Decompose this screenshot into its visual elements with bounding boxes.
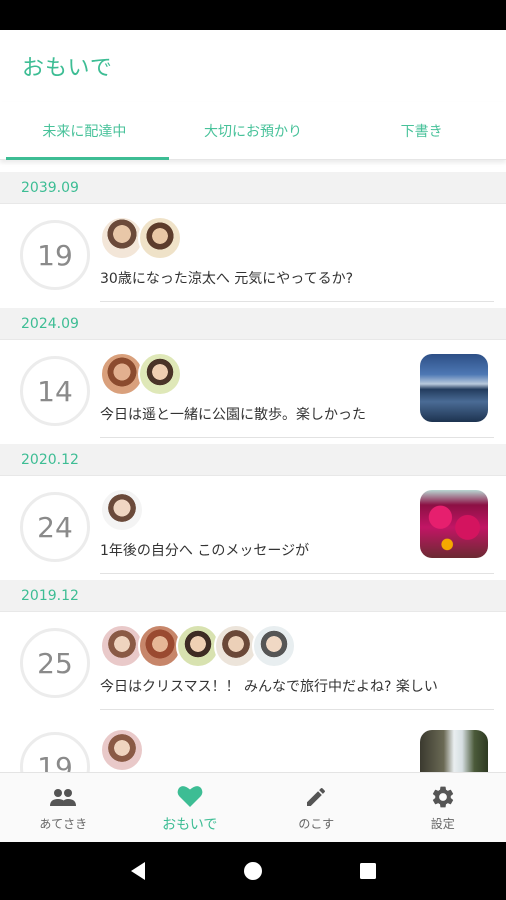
- tab-drafts[interactable]: 下書き: [337, 102, 506, 159]
- bottom-nav: あてさき おもいで のこす 設定: [0, 772, 506, 842]
- memory-list[interactable]: 2039.09 19 30歳になった涼太へ 元気にやってるか? 2024.09 …: [0, 172, 506, 772]
- nav-label: おもいで: [162, 816, 218, 833]
- message-preview: 今日は遥と一緒に公園に散歩。楽しかった: [100, 407, 366, 423]
- list-item[interactable]: 24 1年後の自分へ このメッセージが: [0, 476, 506, 580]
- tab-bar: 未来に配達中 大切にお預かり 下書き: [0, 102, 506, 160]
- recipient-avatars: [100, 728, 144, 772]
- avatar: [138, 216, 182, 260]
- message-preview: 30歳になった涼太へ 元気にやってるか?: [100, 271, 353, 287]
- recipient-avatars: [100, 624, 296, 668]
- list-item[interactable]: 14 今日は遥と一緒に公園に散歩。楽しかった: [0, 340, 506, 444]
- avatar: [138, 352, 182, 396]
- list-item[interactable]: 19 30歳になった涼太へ 元気にやってるか?: [0, 204, 506, 308]
- recipient-avatars: [100, 488, 144, 532]
- photo-thumbnail: [420, 490, 488, 558]
- day-badge: 19: [20, 220, 90, 290]
- app-screen: おもいで 未来に配達中 大切にお預かり 下書き 2039.09 19 30歳にな…: [0, 30, 506, 842]
- day-badge: 19: [20, 732, 90, 772]
- section-header: 2019.12: [0, 580, 506, 612]
- section-header: 2024.09: [0, 308, 506, 340]
- day-badge: 25: [20, 628, 90, 698]
- people-icon: [49, 783, 77, 811]
- photo-thumbnail: [420, 354, 488, 422]
- nav-label: あてさき: [39, 817, 88, 831]
- photo-thumbnail: [420, 730, 488, 772]
- nav-write[interactable]: のこす: [253, 773, 380, 842]
- nav-label: 設定: [430, 817, 455, 831]
- section-header: 2039.09: [0, 172, 506, 204]
- avatar: [100, 488, 144, 532]
- nav-memories[interactable]: おもいで: [127, 773, 254, 842]
- pencil-icon: [304, 783, 328, 811]
- day-badge: 24: [20, 492, 90, 562]
- recipient-avatars: [100, 352, 182, 396]
- recents-icon[interactable]: [348, 851, 388, 891]
- avatar: [252, 624, 296, 668]
- status-bar: [0, 0, 506, 30]
- section-header: 2020.12: [0, 444, 506, 476]
- recipient-avatars: [100, 216, 182, 260]
- page-title: おもいで: [22, 56, 113, 81]
- message-preview: 1年後の自分へ このメッセージが: [100, 543, 310, 559]
- heart-icon: [177, 782, 203, 810]
- tab-kept[interactable]: 大切にお預かり: [169, 102, 338, 159]
- nav-settings[interactable]: 設定: [380, 773, 506, 842]
- nav-label: のこす: [298, 817, 335, 831]
- nav-recipients[interactable]: あてさき: [0, 773, 127, 842]
- avatar: [100, 728, 144, 772]
- back-icon[interactable]: [118, 851, 158, 891]
- tab-delivering[interactable]: 未来に配達中: [0, 102, 169, 160]
- day-badge: 14: [20, 356, 90, 426]
- home-icon[interactable]: [233, 851, 273, 891]
- system-nav-bar: [0, 842, 506, 900]
- message-preview: 今日はクリスマス！！ みんなで旅行中だよね? 楽しい: [100, 679, 438, 695]
- app-bar: おもいで: [0, 30, 506, 102]
- list-item[interactable]: 19: [0, 716, 506, 772]
- list-item[interactable]: 25 今日はクリスマス！！ みんなで旅行中だよね? 楽しい: [0, 612, 506, 716]
- gear-icon: [430, 783, 456, 811]
